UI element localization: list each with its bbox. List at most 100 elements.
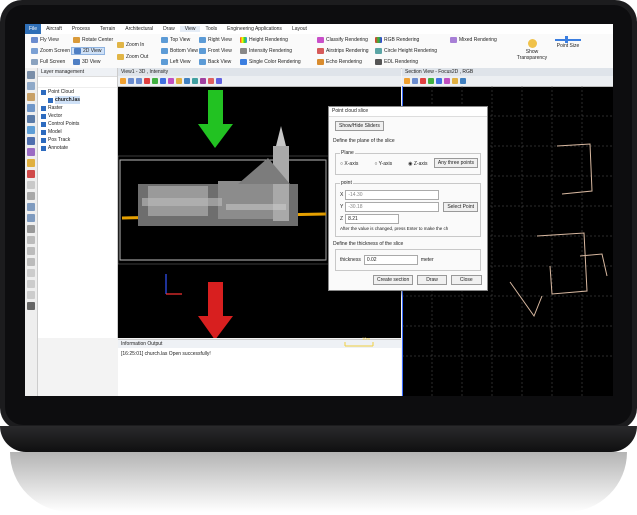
classify-rendering-button[interactable]: Classify Rendering [317, 37, 368, 43]
fly-view-button[interactable]: Fly View [31, 37, 59, 43]
menu-architectural[interactable]: Architectural [120, 26, 158, 32]
any-three-points-button[interactable]: Any three points [433, 158, 478, 168]
checkbox-icon[interactable] [41, 137, 46, 143]
menu-engineering[interactable]: Engineering Applications [222, 26, 287, 32]
zoom-screen-button[interactable]: Zoom Screen [31, 48, 70, 54]
menu-layout[interactable]: Layout [287, 26, 312, 32]
section-tool-icon[interactable] [27, 192, 35, 200]
light-icon[interactable] [452, 78, 458, 84]
point-size-thumb[interactable] [565, 36, 568, 43]
checkbox-icon[interactable] [41, 145, 46, 151]
color2-icon[interactable] [200, 78, 206, 84]
show-hide-sliders-button[interactable]: Show/Hide Sliders [335, 121, 384, 131]
axis-x-icon[interactable] [144, 78, 150, 84]
menu-view[interactable]: View [179, 26, 201, 32]
single-color-rendering-button[interactable]: Single Color Rendering [240, 59, 301, 65]
pin-tool-icon[interactable] [27, 236, 35, 244]
mixed-rendering-button[interactable]: Mixed Rendering [450, 37, 497, 43]
select-point-button[interactable]: Select Point [443, 202, 478, 212]
menu-terrain[interactable]: Terrain [95, 26, 120, 32]
circle-height-rendering-button[interactable]: Circle Height Rendering [375, 48, 437, 54]
create-section-button[interactable]: Create section [373, 275, 414, 285]
light-icon[interactable] [176, 78, 182, 84]
back-view-button[interactable]: Back View [199, 59, 231, 65]
checkbox-icon[interactable] [41, 129, 46, 135]
draw-button[interactable]: Draw [417, 275, 447, 285]
menu-file[interactable]: File [25, 24, 42, 34]
2d-tool-icon[interactable] [27, 214, 35, 222]
full-screen-button[interactable]: Full Screen [31, 59, 65, 65]
menu-tools[interactable]: Tools [200, 26, 222, 32]
grid-icon[interactable] [184, 78, 190, 84]
panel-icon[interactable] [216, 78, 222, 84]
axis-x-icon[interactable] [420, 78, 426, 84]
view-icon[interactable] [128, 78, 134, 84]
zoom-out-button[interactable]: Zoom Out [117, 54, 148, 60]
layer-item-pos-track[interactable]: Pos Track [38, 136, 117, 144]
echo-rendering-button[interactable]: Echo Rendering [317, 59, 362, 65]
axis-z-icon[interactable] [160, 78, 166, 84]
point-size-slider[interactable] [555, 36, 581, 43]
move-tool-icon[interactable] [27, 82, 35, 90]
x-input[interactable]: -14.30 [345, 190, 440, 200]
grid-icon[interactable] [460, 78, 466, 84]
checkbox-icon[interactable] [41, 113, 46, 119]
axis-y-icon[interactable] [428, 78, 434, 84]
checkbox-icon[interactable] [41, 121, 46, 127]
pan-tool-icon[interactable] [27, 225, 35, 233]
height-rendering-button[interactable]: Height Rendering [240, 37, 288, 43]
pen-tool-icon[interactable] [27, 247, 35, 255]
y-axis-radio[interactable]: ○ Y-axis [374, 161, 392, 167]
checkbox-icon[interactable] [41, 105, 46, 111]
3d-view-button[interactable]: 3D View [73, 59, 101, 65]
edl-rendering-button[interactable]: EDL Rendering [375, 59, 418, 65]
2d-view-button[interactable]: 2D View [71, 47, 105, 55]
checkbox-icon[interactable] [48, 97, 53, 103]
z-axis-radio[interactable]: ◉ Z-axis [408, 161, 427, 167]
circle-tool-icon[interactable] [27, 269, 35, 277]
axis-y-icon[interactable] [152, 78, 158, 84]
play-tool-icon[interactable] [27, 302, 35, 310]
view-icon[interactable] [412, 78, 418, 84]
color-icon[interactable] [168, 78, 174, 84]
left-view-button[interactable]: Left View [161, 59, 190, 65]
layer-item-church[interactable]: church.las [38, 96, 117, 104]
circle2-tool-icon[interactable] [27, 280, 35, 288]
layer-item-control-points[interactable]: Control Points [38, 120, 117, 128]
layer-item-vector[interactable]: Vector [38, 112, 117, 120]
menu-draw[interactable]: Draw [158, 26, 180, 32]
top-view-button[interactable]: Top View [161, 37, 190, 43]
y-input[interactable]: -30.18 [345, 202, 440, 212]
z-input[interactable]: 8.21 [345, 214, 400, 224]
light-tool-icon[interactable] [27, 159, 35, 167]
close-button[interactable]: Close [450, 275, 482, 285]
point-size-control[interactable]: Point Size [555, 36, 581, 49]
3d-tool-icon[interactable] [27, 203, 35, 211]
right-view-button[interactable]: Right View [199, 37, 232, 43]
layer-tool-icon[interactable] [27, 104, 35, 112]
color-tool-icon[interactable] [27, 148, 35, 156]
axis-z-icon[interactable] [436, 78, 442, 84]
plane-tool-icon[interactable] [27, 181, 35, 189]
thickness-input[interactable]: 0.02 [363, 255, 418, 265]
zoom-in-button[interactable]: Zoom In [117, 42, 144, 48]
line-tool-icon[interactable] [27, 258, 35, 266]
rgb-rendering-button[interactable]: RGB Rendering [375, 37, 419, 43]
measure-icon[interactable] [192, 78, 198, 84]
cube-tool-icon[interactable] [27, 126, 35, 134]
select-tool-icon[interactable] [27, 71, 35, 79]
layer-item-model[interactable]: Model [38, 128, 117, 136]
view-icon[interactable] [136, 78, 142, 84]
measure-tool-icon[interactable] [27, 93, 35, 101]
layer-item-annotate[interactable]: Annotate [38, 144, 117, 152]
checkbox-icon[interactable] [41, 89, 46, 95]
sun-icon[interactable] [120, 78, 126, 84]
grid-tool-icon[interactable] [27, 115, 35, 123]
x-axis-radio[interactable]: ○ X-axis [340, 161, 358, 167]
curve-tool-icon[interactable] [27, 291, 35, 299]
bottom-view-button[interactable]: Bottom View [161, 48, 198, 54]
airstrips-rendering-button[interactable]: Airstrips Rendering [317, 48, 369, 54]
menu-process[interactable]: Process [67, 26, 95, 32]
intensity-rendering-button[interactable]: Intensity Rendering [240, 48, 292, 54]
rotate-center-button[interactable]: Rotate Center [73, 37, 113, 43]
